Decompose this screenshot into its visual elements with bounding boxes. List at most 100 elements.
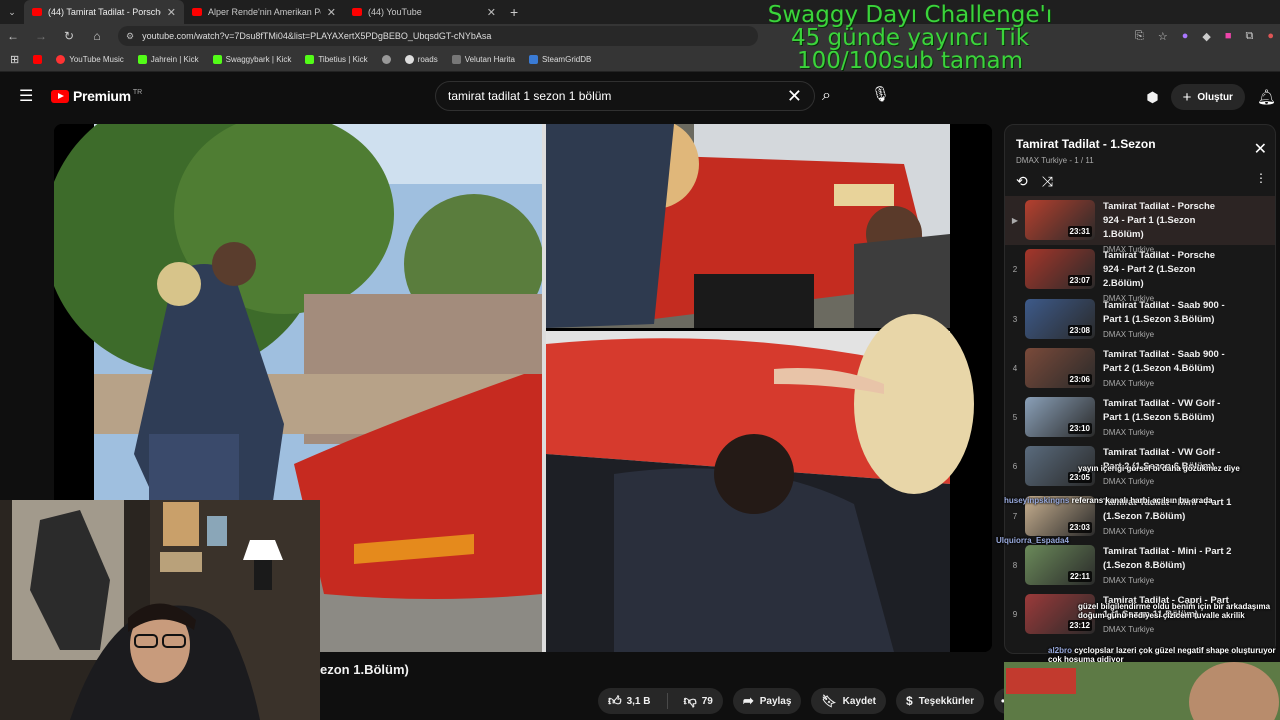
playlist-title[interactable]: Tamirat Tadilat - 1.Sezon	[1016, 137, 1263, 151]
playlist-item-title[interactable]: Tamirat Tadilat - Saab 900 - Part 2 (1.S…	[1103, 348, 1233, 376]
create-button[interactable]: + Oluştur	[1170, 84, 1245, 110]
playlist-item-index: 8	[1012, 561, 1018, 571]
bookmark-tibetius[interactable]: Tibetius | Kick	[305, 55, 368, 64]
youtube-premium-logo[interactable]: Premium TR	[51, 88, 142, 104]
video-thumbnail[interactable]: 23:12	[1025, 594, 1095, 635]
new-tab-button[interactable]: +	[510, 4, 518, 20]
close-tab-icon[interactable]: ✕	[327, 6, 336, 19]
playlist-item[interactable]: 2 23:07 Tamirat Tadilat - Porsche 924 - Pa…	[1005, 245, 1275, 303]
menu-hamburger-icon[interactable]: ☰	[19, 86, 33, 106]
playlist-item-channel: DMAX Turkiye	[1103, 428, 1155, 438]
playlist-panel: Tamirat Tadilat - 1.Sezon DMAX Turkiye -…	[1004, 124, 1276, 654]
playlist-item-title[interactable]: Tamirat Tadilat - Mini - Part 2 (1.Sezon…	[1103, 545, 1233, 573]
bookmark-youtube-music[interactable]: YouTube Music	[56, 55, 124, 64]
dislike-button[interactable]: 👎︎ 79	[674, 693, 723, 709]
shuffle-icon[interactable]: ⤨	[1042, 173, 1053, 190]
profile-avatar[interactable]: ●	[1267, 30, 1274, 42]
playlist-item-title[interactable]: Tamirat Tadilat - Mini - Part 1 (1.Sezon…	[1103, 496, 1233, 524]
youtube-favicon-icon	[352, 8, 362, 16]
playlist-item-channel: DMAX Turkiye	[1103, 526, 1155, 536]
like-button[interactable]: 👍︎ 3,1 B	[598, 693, 661, 709]
playlist-item[interactable]: 6 23:05 Tamirat Tadilat - VW Golf - Part 2…	[1005, 442, 1275, 491]
browser-tab-2[interactable]: Alper Rende'nin Amerikan Poli ✕	[184, 0, 344, 24]
playlist-item[interactable]: 3 23:08 Tamirat Tadilat - Saab 900 - Part …	[1005, 295, 1275, 344]
notifications-bell-icon[interactable]: 🔔︎	[1257, 88, 1276, 106]
duration-badge: 23:12	[1067, 620, 1092, 632]
search-input[interactable]: tamirat tadilat 1 sezon 1 bölüm ✕	[435, 81, 815, 111]
close-playlist-icon[interactable]: ✕	[1254, 139, 1267, 159]
browser-tab-3[interactable]: (44) YouTube ✕	[344, 0, 504, 24]
playlist-item[interactable]: 4 23:06 Tamirat Tadilat - Saab 900 - Part …	[1005, 344, 1275, 393]
bookmark-jahrein[interactable]: Jahrein | Kick	[137, 55, 199, 64]
browser-tab-bar: ⌄ (44) Tamirat Tadilat - Porsche 9 ✕ Alp…	[0, 0, 1280, 24]
bottom-right-card[interactable]	[1004, 662, 1280, 720]
tab-search-icon[interactable]: ⌄	[0, 7, 24, 18]
playlist-item[interactable]: 5 23:10 Tamirat Tadilat - VW Golf - Part 1…	[1005, 393, 1275, 442]
video-thumbnail[interactable]: 23:07	[1025, 249, 1095, 290]
bookmark-youtube[interactable]	[33, 55, 43, 64]
logo-country: TR	[132, 88, 143, 96]
video-title: ezon 1.Bölüm)	[320, 662, 409, 677]
playlist-item[interactable]: 8 22:11 Tamirat Tadilat - Mini - Part 2 (1…	[1005, 541, 1275, 590]
video-thumbnail[interactable]: 23:08	[1025, 298, 1095, 339]
bookmark-swaggybark[interactable]: Swaggybark | Kick	[212, 55, 291, 64]
duration-badge: 23:10	[1067, 423, 1092, 435]
extension-icon[interactable]: ◆	[1202, 30, 1210, 43]
thanks-button[interactable]: $ Teşekkürler	[896, 688, 985, 714]
forward-arrow-icon[interactable]: →	[34, 29, 48, 43]
extension-icon[interactable]: ■	[1225, 30, 1232, 42]
video-thumbnail[interactable]: 23:05	[1025, 446, 1095, 487]
bookmark-star-icon[interactable]: ☆	[1158, 30, 1168, 43]
share-button[interactable]: ➦ Paylaş	[732, 688, 802, 714]
playlist-item-index: 6	[1012, 462, 1018, 472]
playlist-item-title[interactable]: Tamirat Tadilat - VW Golf - Part 2 (1.Se…	[1103, 446, 1233, 474]
playlist-item[interactable]: 7 23:03 Tamirat Tadilat - Mini - Part 1 (1…	[1005, 492, 1275, 541]
playlist-item-channel: DMAX Turkiye	[1103, 329, 1155, 339]
microphone-icon[interactable]: 🎙︎	[871, 85, 890, 103]
video-thumbnail[interactable]: 23:06	[1025, 347, 1095, 388]
playlist-item-title[interactable]: Tamirat Tadilat - Capri - Part 1 (1.Sezo…	[1103, 594, 1233, 622]
playlist-item-title[interactable]: Tamirat Tadilat - Porsche 924 - Part 2 (…	[1103, 249, 1233, 291]
playlist-item-title[interactable]: Tamirat Tadilat - Porsche 924 - Part 1 (…	[1103, 200, 1233, 242]
video-thumbnail[interactable]: 23:03	[1025, 495, 1095, 536]
reload-icon[interactable]: ↻	[62, 29, 76, 43]
kick-icon	[137, 55, 147, 64]
browser-tab-1[interactable]: (44) Tamirat Tadilat - Porsche 9 ✕	[24, 0, 184, 24]
video-thumbnail[interactable]: 22:11	[1025, 545, 1095, 586]
duration-badge: 23:07	[1067, 275, 1092, 287]
tab-title: Alper Rende'nin Amerikan Poli	[208, 7, 321, 17]
back-arrow-icon[interactable]: ←	[6, 29, 20, 43]
tab-title: (44) Tamirat Tadilat - Porsche 9	[48, 7, 161, 17]
extension-icon[interactable]: ●	[1182, 30, 1189, 42]
close-tab-icon[interactable]: ✕	[487, 6, 496, 19]
apps-grid-icon[interactable]: ⊞	[10, 53, 19, 66]
loop-icon[interactable]: ⟲	[1016, 173, 1028, 190]
cast-icon[interactable]: ⬢	[1146, 89, 1158, 106]
roads-icon	[404, 55, 414, 64]
playlist-item-index: 2	[1012, 265, 1018, 275]
site-info-icon[interactable]: ⚙	[126, 31, 134, 42]
search-icon[interactable]: ⌕	[822, 87, 831, 105]
video-thumbnail[interactable]: 23:10	[1025, 397, 1095, 438]
playlist-item[interactable]: 9 23:12 Tamirat Tadilat - Capri - Part 1 (…	[1005, 590, 1275, 639]
playlist-more-icon[interactable]: ⋮	[1255, 171, 1267, 185]
clear-search-icon[interactable]: ✕	[787, 86, 802, 107]
kick-icon	[305, 55, 315, 64]
video-thumbnail[interactable]: 23:31	[1025, 200, 1095, 240]
bookmark-velutan[interactable]: Velutan Harita	[451, 55, 515, 64]
playlist-item[interactable]: ▶ 23:31 Tamirat Tadilat - Porsche 924 - Pa…	[1005, 196, 1275, 254]
install-app-icon[interactable]: ⎘	[1135, 30, 1144, 43]
bookmark-globe[interactable]	[381, 55, 391, 64]
bookmark-steamgriddb[interactable]: SteamGridDB	[528, 55, 591, 64]
save-button[interactable]: 🔖︎ Kaydet	[811, 688, 887, 714]
home-icon[interactable]: ⌂	[90, 29, 104, 43]
url-field[interactable]: ⚙ youtube.com/watch?v=7Dsu8fTMi04&list=P…	[118, 26, 758, 46]
playlist-item-index: ▶	[1011, 216, 1019, 225]
playlist-item-title[interactable]: Tamirat Tadilat - VW Golf - Part 1 (1.Se…	[1103, 397, 1233, 425]
playlist-item-title[interactable]: Tamirat Tadilat - Saab 900 - Part 1 (1.S…	[1103, 299, 1233, 327]
youtube-favicon-icon	[192, 8, 202, 16]
close-tab-icon[interactable]: ✕	[167, 6, 176, 19]
extensions-puzzle-icon[interactable]: ⧉	[1245, 30, 1253, 43]
address-bar-row: ← → ↻ ⌂ ⚙ youtube.com/watch?v=7Dsu8fTMi0…	[0, 24, 1280, 48]
bookmark-roads[interactable]: roads	[404, 55, 438, 64]
